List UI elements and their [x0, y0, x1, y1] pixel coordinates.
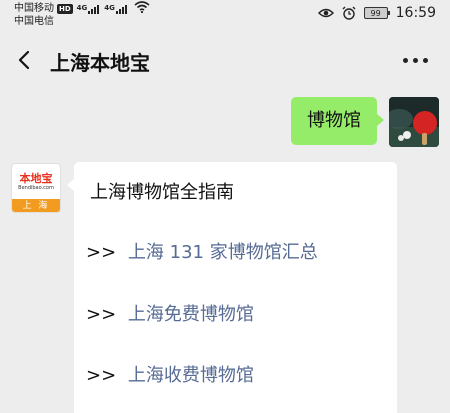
outgoing-message-bubble[interactable]: 博物馆	[291, 97, 384, 145]
link-prefix: >>	[86, 304, 117, 325]
battery-icon: 99	[363, 7, 390, 19]
wifi-icon	[134, 0, 150, 17]
list-item: >> 上海 131 家博物馆汇总	[86, 238, 318, 264]
link-paid-museums[interactable]: 上海收费博物馆	[128, 365, 254, 386]
carrier-row-2: 中国电信	[14, 15, 150, 28]
logo-domain: Bendibao.com	[18, 184, 54, 191]
signal-icon	[88, 4, 100, 14]
alarm-icon	[342, 6, 356, 20]
incoming-message-bubble: 上海博物馆全指南 >> 上海 131 家博物馆汇总 >> 上海免费博物馆 >> …	[67, 162, 397, 413]
logo-text: 本地宝	[19, 171, 53, 185]
signal-icon	[115, 4, 128, 14]
avatar-city-label: 上 海	[12, 199, 60, 212]
carrier-1-label: 中国移动	[14, 3, 54, 14]
chat-title: 上海本地宝	[50, 51, 150, 75]
bot-avatar[interactable]: 本地宝 Bendibao.com 上 海	[11, 163, 61, 213]
link-free-museums[interactable]: 上海免费博物馆	[128, 304, 254, 325]
hd-badge: HD	[57, 3, 73, 14]
more-dots-icon	[403, 58, 408, 63]
back-button[interactable]	[14, 48, 34, 72]
list-item: >> 上海收费博物馆	[86, 361, 254, 387]
carrier-info: 中国移动 HD 4G 4G 中国电信	[14, 0, 150, 28]
bendibao-logo: 本地宝 Bendibao.com	[12, 164, 60, 199]
chevron-left-icon	[18, 50, 30, 70]
network-type-1: 4G	[76, 4, 88, 12]
link-museum-summary[interactable]: 上海 131 家博物馆汇总	[128, 242, 318, 263]
eye-comfort-icon	[317, 7, 334, 19]
list-item: >> 上海免费博物馆	[86, 300, 254, 326]
clock: 16:59	[395, 5, 436, 21]
chat-header: 上海本地宝	[0, 38, 450, 82]
link-prefix: >>	[86, 242, 117, 263]
ping-pong-avatar-image	[389, 97, 439, 147]
status-right: 99 16:59	[317, 5, 436, 21]
network-type-2: 4G	[104, 4, 115, 12]
link-prefix: >>	[86, 365, 117, 386]
carrier-2-label: 中国电信	[14, 16, 54, 27]
message-heading: 上海博物馆全指南	[90, 182, 234, 203]
avatar[interactable]	[389, 97, 439, 147]
status-bar: 中国移动 HD 4G 4G 中国电信 99 16:59	[0, 0, 450, 30]
carrier-row-1: 中国移动 HD 4G 4G	[14, 0, 150, 17]
more-options-button[interactable]	[398, 58, 428, 63]
